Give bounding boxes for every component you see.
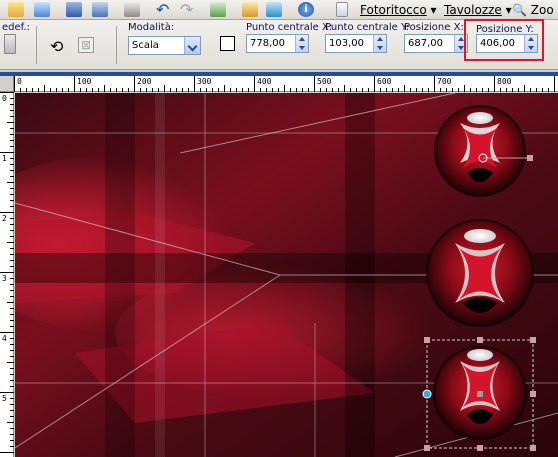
light-band: [155, 93, 165, 457]
ruler-label: 400: [257, 77, 272, 86]
pos-x-label: Posizione X:: [404, 22, 464, 33]
resize-handle: [530, 445, 536, 451]
ruler-label: 800: [497, 77, 512, 86]
pos-x-value: 687,00: [408, 38, 443, 49]
resize-handle: [477, 337, 483, 343]
center-tool-icon[interactable]: [220, 36, 235, 51]
modalita-select[interactable]: Scala: [128, 36, 201, 55]
separator: [36, 26, 37, 64]
pos-x-stepper[interactable]: 687,00: [404, 34, 468, 53]
save-icon[interactable]: [66, 2, 82, 17]
folder-open-icon[interactable]: [34, 2, 50, 17]
center-handle: [477, 391, 483, 397]
modalita-value: Scala: [132, 40, 159, 51]
ruler-label: 700: [437, 77, 452, 86]
reset-icon[interactable]: ⊠: [78, 37, 94, 53]
ruler-label: 600: [377, 77, 392, 86]
scan-icon[interactable]: [242, 2, 258, 17]
preset-label: edef.:: [2, 22, 30, 33]
punto-y-label: Punto centrale Y:: [325, 22, 410, 33]
ruler-label: 300: [197, 77, 212, 86]
save-as-icon[interactable]: [92, 2, 108, 17]
spin-arrows-icon[interactable]: [295, 35, 308, 52]
ruler-label: 0: [17, 77, 22, 86]
preset-dropdown-icon[interactable]: [4, 34, 16, 54]
punto-y-stepper[interactable]: 103,00: [325, 34, 387, 53]
image-canvas[interactable]: [15, 93, 558, 457]
resize-handle: [530, 391, 536, 397]
punto-x-stepper[interactable]: 778,00: [246, 34, 309, 53]
browse-icon[interactable]: [210, 2, 226, 17]
share-icon[interactable]: [266, 2, 282, 17]
menu-fotoritocco[interactable]: Fotoritocco ▾: [360, 3, 437, 17]
ruler-label: 200: [137, 77, 152, 86]
undo-icon[interactable]: ↶: [156, 0, 172, 19]
punto-x-value: 778,00: [250, 38, 285, 49]
ruler-label: 5: [2, 394, 7, 403]
move-handle: [422, 389, 432, 399]
horizontal-ruler: 0 100 200 300 400 500 600 700 800: [14, 76, 558, 92]
vertical-ruler: 0 1 2 3 4 5: [0, 92, 14, 457]
menu-tavolozze[interactable]: Tavolozze ▾: [444, 3, 512, 17]
resize-handle: [424, 445, 430, 451]
sphere-top[interactable]: [434, 105, 526, 197]
chevron-down-icon[interactable]: [184, 37, 200, 54]
spin-arrows-icon[interactable]: [373, 35, 386, 52]
punto-x-label: Punto centrale X:: [246, 22, 333, 33]
ruler-label: 0: [2, 94, 7, 103]
print-icon[interactable]: [124, 2, 140, 17]
resize-handle: [530, 337, 536, 343]
main-toolbar: ↶ ↷ i Fotoritocco ▾ Tavolozze ▾ 🔍 Zoo: [0, 0, 558, 20]
menu-zoom[interactable]: 🔍 Zoo: [512, 3, 554, 17]
ruler-ticks: [14, 76, 555, 92]
resize-handle: [424, 337, 430, 343]
ruler-label: 2: [2, 214, 7, 223]
fotoritocco-icon[interactable]: [336, 2, 348, 17]
info-icon[interactable]: i: [298, 2, 314, 17]
ruler-label: 500: [317, 77, 332, 86]
redo-icon[interactable]: ↷: [180, 0, 196, 19]
separator: [116, 26, 117, 64]
sphere-middle[interactable]: [426, 219, 534, 327]
modalita-label: Modalità:: [128, 22, 175, 33]
ruler-label: 1: [2, 154, 7, 163]
ruler-label: 100: [77, 77, 92, 86]
flip-icon[interactable]: ⟲: [50, 37, 63, 56]
ruler-corner: [0, 76, 14, 92]
folder-icon[interactable]: [8, 2, 24, 17]
dark-band: [105, 93, 135, 457]
pos-y-highlight-box: [464, 19, 544, 61]
ruler-label: 3: [2, 274, 7, 283]
ruler-label: 4: [2, 334, 7, 343]
canvas-artwork: [15, 93, 558, 457]
punto-y-value: 103,00: [329, 38, 364, 49]
rotation-handle[interactable]: [527, 155, 533, 161]
resize-handle: [477, 445, 483, 451]
